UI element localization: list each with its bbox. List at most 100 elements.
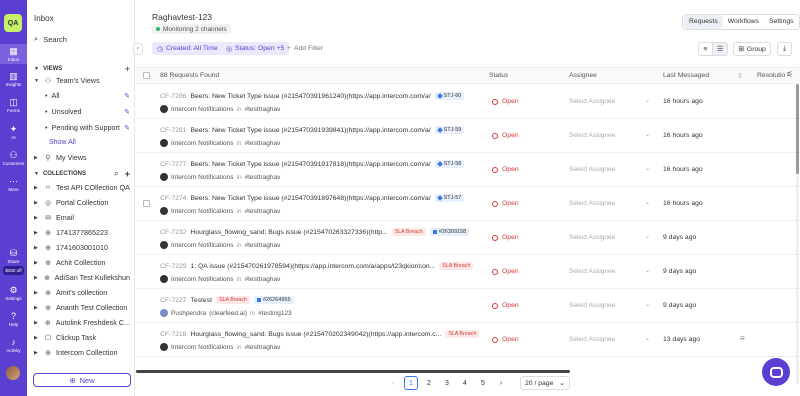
show-all-link[interactable]: Show All (49, 139, 76, 146)
collection-item[interactable]: ▶ ⊕ Intercom Collection (34, 348, 130, 357)
sort-icon[interactable]: ⇕ (737, 72, 743, 80)
tab-settings[interactable]: Settings (764, 15, 799, 29)
channel-name[interactable]: #testtraghav (245, 276, 281, 283)
scroll-thumb[interactable] (796, 84, 799, 174)
pin-icon[interactable]: ✎ (124, 124, 130, 132)
status-dropdown[interactable]: Open (492, 268, 519, 275)
assignee-select[interactable]: Select Assignee (569, 200, 615, 207)
rail-help[interactable]: ? Help (0, 311, 27, 327)
rail-forms[interactable]: ◫ Forms (0, 97, 27, 113)
channel-name[interactable]: #testtraghav (245, 140, 281, 147)
column-settings-icon[interactable]: ⚟ (786, 70, 793, 79)
channel-name[interactable]: #testing123 (258, 310, 292, 317)
vertical-scrollbar[interactable] (796, 84, 799, 384)
add-filter-button[interactable]: + Add Filter (282, 42, 328, 55)
rail-settings[interactable]: ⚙ Settings (0, 285, 27, 301)
collections-section-header[interactable]: ▼ COLLECTIONS ⌕ + (34, 169, 130, 179)
status-dropdown[interactable]: Open (492, 132, 519, 139)
tab-workflows[interactable]: Workflows (723, 15, 764, 29)
page-button[interactable]: 5 (476, 376, 490, 390)
user-avatar[interactable] (6, 366, 20, 380)
chevron-down-icon[interactable]: ⌄ (645, 199, 650, 206)
prev-page-button[interactable]: ‹ (386, 376, 400, 390)
assignee-select[interactable]: Select Assignee (569, 302, 615, 309)
status-dropdown[interactable]: Open (492, 336, 519, 343)
view-item-pending[interactable]: • Pending with Support ✎ (45, 123, 130, 132)
add-collection-icon[interactable]: + (125, 169, 130, 179)
request-title[interactable]: Hourglass_flowing_sand: Bugs issue (#215… (190, 331, 441, 338)
table-row[interactable]: CF-7229 1: QA issue (#215470261978594)(ht… (136, 255, 800, 289)
column-resolution[interactable]: Resolutio (757, 72, 785, 79)
table-row[interactable]: CF-7274 Beers: New Ticket Type issue (#21… (136, 187, 800, 221)
my-views-group[interactable]: ▶ ⚲ My Views (34, 153, 130, 162)
ticket-tag[interactable]: #26264955 (253, 296, 294, 304)
group-button[interactable]: ⊞ Group (733, 42, 771, 56)
request-id[interactable]: CF-7274 (160, 195, 186, 202)
chevron-down-icon[interactable]: ⌄ (645, 97, 650, 104)
assignee-select[interactable]: Select Assignee (569, 166, 615, 173)
channel-name[interactable]: #testtraghav (245, 106, 281, 113)
rail-activity[interactable]: ♪ Activity (0, 337, 27, 353)
request-title[interactable]: 1: QA issue (#215470261978594)(https://a… (190, 263, 435, 270)
table-row[interactable]: CF-7232 Hourglass_flowing_sand: Bugs issu… (136, 221, 800, 255)
rail-customers[interactable]: ⚇ Customers (0, 150, 27, 166)
assignee-select[interactable]: Select Assignee (569, 98, 615, 105)
request-id[interactable]: CF-7229 (160, 263, 186, 270)
ticket-tag[interactable]: #26309158 (429, 228, 470, 236)
compact-view-button[interactable]: ☰ (713, 42, 728, 56)
collection-item[interactable]: ▶ ◎ Portal Collection (34, 198, 130, 207)
views-section-header[interactable]: ▼ VIEWS + (34, 64, 130, 74)
request-id[interactable]: CF-7227 (160, 297, 186, 304)
rail-inbox[interactable]: ▦ Inbox (0, 44, 27, 64)
chevron-down-icon[interactable]: ⌄ (645, 131, 650, 138)
collection-item[interactable]: ▶ ⊕ 1741603001010 (34, 243, 130, 252)
pin-icon[interactable]: ✎ (124, 108, 130, 116)
collection-item[interactable]: ▶ ‹› Test API COllection QA (34, 183, 130, 192)
rail-more[interactable]: ⋯ More (0, 176, 27, 192)
table-row[interactable]: CF-7218 Hourglass_flowing_sand: Bugs issu… (136, 323, 800, 357)
channel-name[interactable]: #testtraghav (245, 242, 281, 249)
collection-item[interactable]: ▶ ⊕ AdiSan Test Kullekshun (34, 273, 130, 282)
request-id[interactable]: CF-7218 (160, 331, 186, 338)
request-title[interactable]: Beers: New Ticket Type issue (#215470391… (190, 93, 430, 100)
table-row[interactable]: CF-7277 Beers: New Ticket Type issue (#21… (136, 153, 800, 187)
pin-icon[interactable]: ✎ (124, 92, 130, 100)
column-assignee[interactable]: Assignee (569, 72, 597, 79)
assignee-select[interactable]: Select Assignee (569, 234, 615, 241)
request-id[interactable]: CF-7232 (160, 229, 186, 236)
column-status[interactable]: Status (489, 72, 508, 79)
workspace-logo[interactable]: QA (4, 14, 22, 32)
rail-ai[interactable]: ✦ AI (0, 124, 27, 140)
page-button[interactable]: 2 (422, 376, 436, 390)
chevron-down-icon[interactable]: ⌄ (645, 267, 650, 274)
collection-item[interactable]: ▶ ⊕ Autolink Freshdesk C... (34, 318, 130, 327)
collection-item[interactable]: ▶ ☐ Clickup Task (34, 333, 130, 342)
team-views-group[interactable]: ▼ ⚇ Team's Views (34, 76, 130, 85)
request-id[interactable]: CF-7277 (160, 161, 186, 168)
row-checkbox[interactable] (143, 200, 150, 207)
status-dropdown[interactable]: Open (492, 200, 519, 207)
rail-insights[interactable]: ▥ Insights (0, 71, 27, 87)
filter-status[interactable]: ◎ Status: Open +5 (221, 42, 290, 55)
new-button[interactable]: ⊕ New (33, 373, 131, 387)
status-dropdown[interactable]: Open (492, 234, 519, 241)
view-item-unsolved[interactable]: • Unsolved ✎ (45, 107, 130, 116)
chevron-down-icon[interactable]: ⌄ (645, 335, 650, 342)
view-item-all[interactable]: • All ✎ (45, 91, 130, 100)
assignee-select[interactable]: Select Assignee (569, 336, 615, 343)
jira-tag[interactable]: STJ-58 (434, 160, 465, 168)
next-page-button[interactable]: › (494, 376, 508, 390)
share-discount-badge[interactable]: $250 off (3, 266, 24, 275)
page-button[interactable]: 4 (458, 376, 472, 390)
tab-requests[interactable]: Requests (684, 15, 723, 29)
column-last-messaged[interactable]: Last Messaged (663, 72, 709, 79)
table-row[interactable]: CF-7286 Beers: New Ticket Type issue (#21… (136, 85, 800, 119)
horizontal-scrollbar[interactable] (136, 370, 570, 373)
status-dropdown[interactable]: Open (492, 98, 519, 105)
request-id[interactable]: CF-7281 (160, 127, 186, 134)
filter-created[interactable]: ◷ Created: All Time (152, 42, 223, 55)
chevron-down-icon[interactable]: ⌄ (645, 301, 650, 308)
request-id[interactable]: CF-7286 (160, 93, 186, 100)
request-title[interactable]: Beers: New Ticket Type issue (#215470391… (190, 127, 430, 134)
collection-item[interactable]: ▶ ⊕ Amit's collection (34, 288, 130, 297)
